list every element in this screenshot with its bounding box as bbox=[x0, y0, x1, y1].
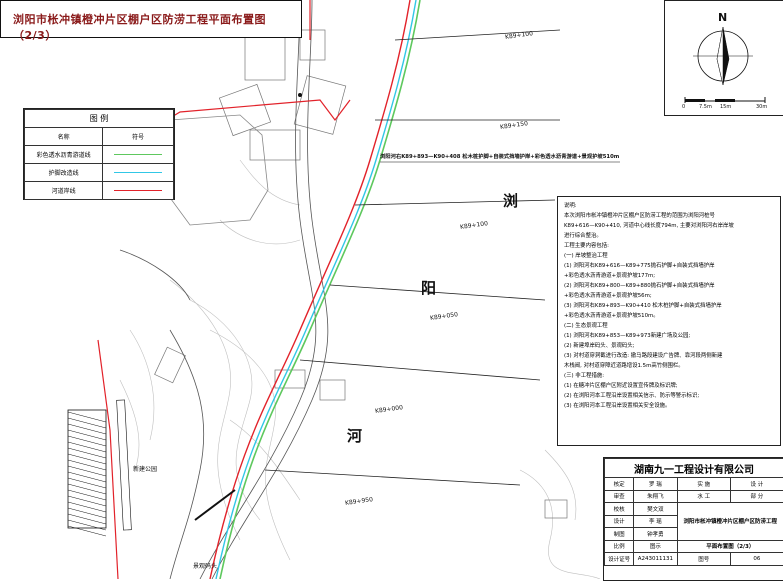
north-compass: N 0 7.5m 15m 30m bbox=[664, 0, 783, 116]
survey-point bbox=[298, 93, 302, 97]
chainage-markers bbox=[265, 30, 560, 485]
legend-row: 河道岸线 bbox=[25, 182, 174, 200]
tb-person: 罗 瑞 bbox=[634, 478, 677, 491]
drawing-canvas: K89+100 K89+150 K89+100 K89+050 K89+000 … bbox=[0, 0, 783, 579]
legend-swatch bbox=[114, 190, 162, 191]
drawing-title: 浏阳市枨冲镇橙冲片区棚户区防涝工程平面布置图（2/3） bbox=[13, 11, 301, 43]
tb-role: 校核 bbox=[605, 503, 634, 516]
tb-role: 审查 bbox=[605, 490, 634, 503]
title-block: 湖南九一工程设计有限公司 核定罗 瑞实 施设 计 审查朱翔飞水 工部 分 校核樊… bbox=[603, 457, 783, 581]
note-line: (3) 对村道穿洞截进行改造: 撤马路段建设广告牌、靠河段两侧新建 bbox=[564, 351, 774, 361]
note-line: (3) 在浏阳河本工程沿岸设置相关安全设施。 bbox=[564, 401, 774, 411]
tb-sheet-label: 图号 bbox=[677, 553, 730, 566]
note-line: (1) 浏阳河右K89+853—K89+973新建广场及公园; bbox=[564, 331, 774, 341]
note-line: (2) 在浏阳河本工程沿岸设置相关信示、防示等警示标识; bbox=[564, 391, 774, 401]
note-line: 工程主要内容包括: bbox=[564, 241, 774, 251]
compass-icon bbox=[665, 1, 783, 115]
note-line: 木栈阀, 对村道穿障近道路增设1.5m高竹侧围栏。 bbox=[564, 361, 774, 371]
company-name: 湖南九一工程设计有限公司 bbox=[605, 459, 783, 478]
shoreline-top bbox=[170, 100, 350, 120]
tb-person: 钟孝勇 bbox=[634, 528, 677, 541]
river-name-char: 河 bbox=[347, 425, 362, 446]
tb-role: 设计 bbox=[605, 515, 634, 528]
legend-row: 护脚改造线 bbox=[25, 164, 174, 182]
legend-col-symbol: 符号 bbox=[103, 128, 174, 146]
note-line: 说明: bbox=[564, 201, 774, 211]
river-name-char: 浏 bbox=[503, 190, 518, 211]
legend-item-name: 彩色透水沥青游道线 bbox=[25, 146, 103, 164]
tb-role: 制图 bbox=[605, 528, 634, 541]
scale-tick: 15m bbox=[720, 104, 731, 110]
note-line: (2) 浏阳河右K89+800—K89+880抛石护脚+自装式挡墙护岸 bbox=[564, 281, 774, 291]
legend-item-name: 河道岸线 bbox=[25, 182, 103, 200]
tb-sheet-no: 06 bbox=[730, 553, 783, 566]
tb-scale-label: 比例 bbox=[605, 540, 634, 553]
note-line: +彩色透水沥青游道+景观护坡56m; bbox=[564, 291, 774, 301]
tb-person: 樊文双 bbox=[634, 503, 677, 516]
legend-swatch bbox=[114, 154, 162, 155]
note-line: (二) 生态景观工程 bbox=[564, 321, 774, 331]
dock-label: 景观码头 bbox=[193, 561, 217, 570]
note-line: 本次浏阳市枨冲镇橙冲片区棚户区防涝工程的范围为浏阳河桩号 bbox=[564, 211, 774, 221]
legend-row: 彩色透水沥青游道线 bbox=[25, 146, 174, 164]
tb-value: 部 分 bbox=[730, 490, 783, 503]
legend-col-name: 名称 bbox=[25, 128, 103, 146]
legend-heading: 图 例 bbox=[25, 110, 174, 128]
tb-scale-value: 图示 bbox=[634, 540, 677, 553]
tb-person: 朱翔飞 bbox=[634, 490, 677, 503]
roads bbox=[120, 0, 328, 579]
tb-person: 李 瑶 bbox=[634, 515, 677, 528]
design-notes: 说明: 本次浏阳市枨冲镇橙冲片区棚户区防涝工程的范围为浏阳河桩号K89+616—… bbox=[557, 196, 781, 446]
note-line: (三) 非工程措施: bbox=[564, 371, 774, 381]
note-line: 进行综合整治。 bbox=[564, 231, 774, 241]
note-line: (2) 新建埠岸码头、景观码头; bbox=[564, 341, 774, 351]
terrain-contours bbox=[120, 160, 600, 579]
scale-tick: 0 bbox=[682, 104, 685, 110]
shoreline-left bbox=[98, 340, 118, 579]
tb-key: 水 工 bbox=[677, 490, 730, 503]
tb-key: 实 施 bbox=[677, 478, 730, 491]
river-name-char: 阳 bbox=[421, 277, 436, 298]
scale-tick: 7.5m bbox=[699, 104, 712, 110]
legend-item-name: 护脚改造线 bbox=[25, 164, 103, 182]
project-label: 浏阳河右K89+893—K90+408 松木桩护脚+自装式挡墙护岸+彩色透水沥青… bbox=[380, 152, 619, 160]
legend-swatch bbox=[114, 172, 162, 173]
legend: 图 例 名称符号 彩色透水沥青游道线 护脚改造线 河道岸线 bbox=[23, 108, 175, 200]
tb-value: 设 计 bbox=[730, 478, 783, 491]
pond-outline bbox=[168, 115, 268, 225]
drawing-title-box: 浏阳市枨冲镇橙冲片区棚户区防涝工程平面布置图（2/3） bbox=[0, 0, 302, 38]
tb-design-no-label: 设计证号 bbox=[605, 553, 634, 566]
hatched-structure bbox=[68, 400, 131, 536]
note-line: K89+616—K90+410, 河道中心线长度794m, 主要对浏阳河右岸岸坡 bbox=[564, 221, 774, 231]
note-line: (1) 浏阳河右K89+616—K89+775抛石护脚+自装式挡墙护岸 bbox=[564, 261, 774, 271]
tb-drawing-name: 平面布置图（2/3） bbox=[677, 540, 783, 553]
river-bank-red bbox=[210, 0, 410, 579]
note-line: +彩色透水沥青游道+景观护坡177m; bbox=[564, 271, 774, 281]
toe-protection-line bbox=[216, 0, 416, 579]
note-line: +彩色透水沥青游道+景观护坡510m。 bbox=[564, 311, 774, 321]
scale-tick: 30m bbox=[756, 104, 767, 110]
note-line: (1) 在糖冲片区棚户区附近设置宣传牌及标识牌; bbox=[564, 381, 774, 391]
note-line: (一) 岸坡整治工程 bbox=[564, 251, 774, 261]
tb-design-no: A243011131 bbox=[634, 553, 677, 566]
tb-project: 浏阳市枨冲镇橙冲片区棚户区防涝工程 bbox=[677, 503, 783, 541]
tb-role: 核定 bbox=[605, 478, 634, 491]
park-label: 新建公园 bbox=[133, 464, 157, 473]
note-line: (3) 浏阳河右K89+893—K90+410 松木桩护脚+自装式挡墙护岸 bbox=[564, 301, 774, 311]
